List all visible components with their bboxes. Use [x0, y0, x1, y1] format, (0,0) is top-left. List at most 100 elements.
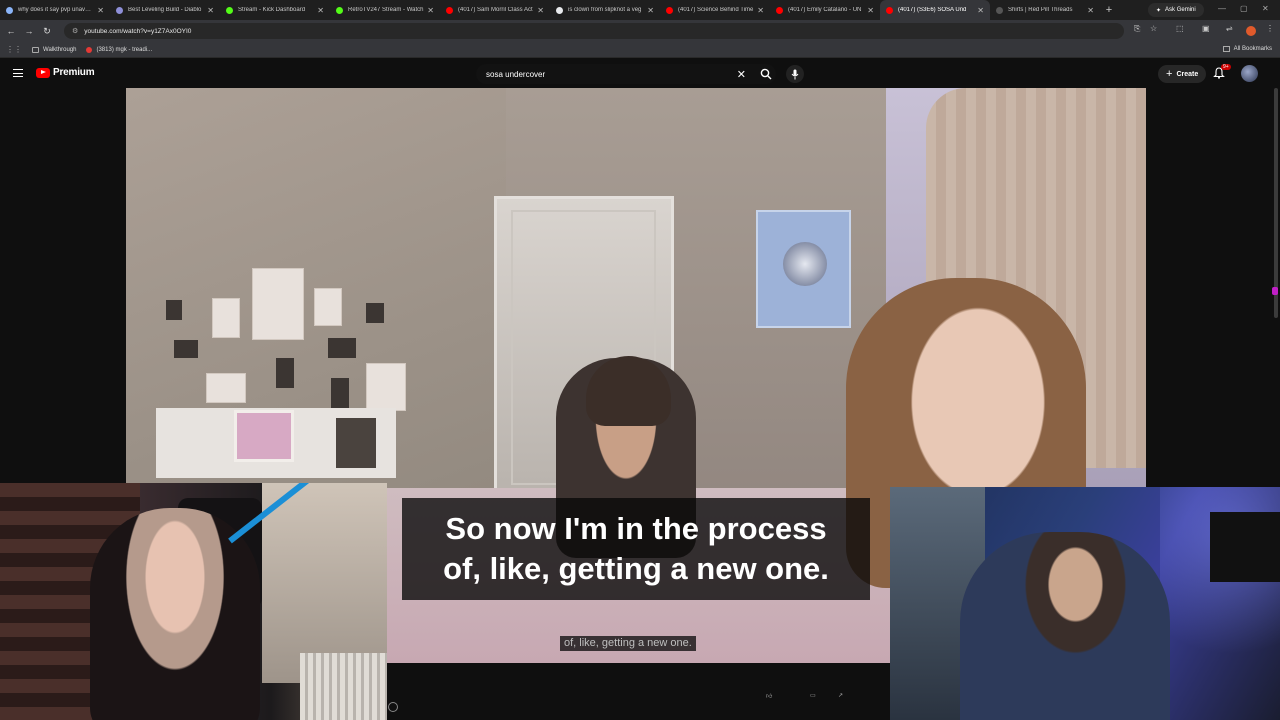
- all-bookmarks-label: All Bookmarks: [1233, 46, 1272, 52]
- close-tab-icon[interactable]: ✕: [97, 6, 104, 15]
- tab-favicon-icon: [556, 6, 563, 14]
- close-tab-icon[interactable]: ✕: [1087, 6, 1094, 15]
- ask-gemini-label: Ask Gemini: [1165, 7, 1196, 13]
- menu-kebab-icon[interactable]: ⋮: [1266, 24, 1274, 33]
- reload-icon[interactable]: ↻: [38, 26, 56, 37]
- notification-badge: 9+: [1221, 64, 1231, 70]
- closed-caption-text: of, like, getting a new one.: [560, 636, 696, 651]
- browser-tab[interactable]: (4017) Emily Catalano - UN ✕: [770, 0, 880, 20]
- bookmarks-bar: ⋮⋮ Walkthrough (3813) mgk - treadi... Al…: [0, 42, 1280, 58]
- browser-tab[interactable]: (4017) Sam Morril Class Act ✕: [440, 0, 550, 20]
- plus-icon: +: [1166, 68, 1173, 80]
- dislike-icon[interactable]: ▭: [810, 692, 816, 699]
- youtube-icon: [86, 46, 93, 53]
- tab-title: (4017) Science Behind Time: [678, 7, 754, 13]
- tab-title: is clown from slipknot a veg: [568, 7, 642, 13]
- tab-favicon-icon: [776, 6, 783, 14]
- scroll-marker: [1272, 287, 1278, 295]
- webcam-right: [890, 487, 1280, 720]
- folder-icon: [1222, 46, 1230, 52]
- youtube-header: Premium sosa undercover ✕ + Create 9+: [0, 60, 1280, 88]
- forward-icon[interactable]: →: [20, 26, 38, 36]
- hamburger-menu-icon[interactable]: [13, 69, 23, 77]
- account-avatar[interactable]: [1241, 65, 1258, 82]
- bookmark-mgk[interactable]: (3813) mgk - treadi...: [86, 46, 153, 53]
- tab-favicon-icon: [666, 6, 673, 14]
- close-tab-icon[interactable]: ✕: [757, 6, 764, 15]
- maximize-icon[interactable]: ▢: [1240, 4, 1248, 13]
- site-info-icon[interactable]: ⚙: [72, 27, 78, 35]
- tab-favicon-icon: [116, 6, 123, 14]
- url-text: youtube.com/watch?v=y1Z7Ax0OYI0: [84, 27, 192, 35]
- youtube-logo[interactable]: Premium: [36, 67, 95, 78]
- tab-favicon-icon: [6, 6, 13, 14]
- tab-favicon-icon: [886, 6, 893, 14]
- bookmark-walkthrough[interactable]: Walkthrough: [32, 46, 77, 53]
- tab-strip: why does it say pvp unavaila ✕ Best Leveli…: [0, 0, 1280, 20]
- close-tab-icon[interactable]: ✕: [537, 6, 544, 15]
- back-icon[interactable]: ←: [2, 26, 20, 36]
- close-tab-icon[interactable]: ✕: [427, 6, 434, 15]
- brand-label: Premium: [53, 67, 95, 78]
- notifications-bell-icon[interactable]: 9+: [1213, 64, 1231, 82]
- tab-title: (4017) (S3E6) SOSA Und: [898, 7, 967, 13]
- tab-favicon-icon: [446, 6, 453, 14]
- close-tab-icon[interactable]: ✕: [977, 6, 984, 15]
- browser-tab[interactable]: RetroTV247 Stream - Watch ✕: [330, 0, 440, 20]
- create-button[interactable]: + Create: [1158, 65, 1207, 83]
- tab-title: (4017) Emily Catalano - UN: [788, 7, 862, 13]
- webcam-left: [0, 483, 387, 720]
- browser-tab[interactable]: Shirts | Red Pill Threads ✕: [990, 0, 1100, 20]
- address-bar[interactable]: ⚙ youtube.com/watch?v=y1Z7Ax0OYI0: [64, 23, 1124, 39]
- tab-favicon-icon: [226, 6, 233, 14]
- tab-title: RetroTV247 Stream - Watch: [348, 7, 424, 13]
- browser-tab[interactable]: is clown from slipknot a veg ✕: [550, 0, 660, 20]
- folder-icon: [32, 46, 39, 53]
- search-icon[interactable]: [756, 64, 776, 84]
- ask-gemini-button[interactable]: ✦ Ask Gemini: [1148, 3, 1204, 17]
- caption-overlay: So now I'm in the process of, like, gett…: [402, 498, 870, 600]
- browser-tab[interactable]: Best Leveling Build - Diablo ✕: [110, 0, 220, 20]
- settings-icon[interactable]: [388, 702, 398, 712]
- tab-title: why does it say pvp unavaila: [18, 7, 95, 13]
- clear-search-icon[interactable]: ✕: [737, 68, 746, 81]
- caption-line-1: So now I'm in the process: [445, 511, 827, 546]
- apps-icon[interactable]: ⋮⋮: [6, 45, 22, 54]
- bookmark-star-icon[interactable]: ☆: [1150, 24, 1157, 33]
- search-input[interactable]: sosa undercover: [486, 70, 737, 79]
- bookmark-label: Walkthrough: [43, 46, 77, 53]
- close-tab-icon[interactable]: ✕: [317, 6, 324, 15]
- tab-title: Best Leveling Build - Diablo: [128, 7, 202, 13]
- close-tab-icon[interactable]: ✕: [207, 6, 214, 15]
- install-icon[interactable]: ⎘: [1134, 24, 1140, 34]
- minimize-icon[interactable]: —: [1218, 4, 1226, 13]
- close-window-icon[interactable]: ✕: [1262, 4, 1269, 13]
- like-icon[interactable]: 👍︎: [766, 692, 772, 700]
- sidebar-icon[interactable]: ▣: [1202, 24, 1210, 33]
- tab-favicon-icon: [336, 6, 343, 14]
- close-tab-icon[interactable]: ✕: [647, 6, 654, 15]
- browser-tab[interactable]: (4017) Science Behind Time ✕: [660, 0, 770, 20]
- browser-tab[interactable]: Stream - Kick Dashboard ✕: [220, 0, 330, 20]
- tab-title: Stream - Kick Dashboard: [238, 7, 306, 13]
- voice-search-icon[interactable]: [786, 65, 804, 83]
- caption-line-2: of, like, getting a new one.: [443, 551, 829, 586]
- create-label: Create: [1176, 70, 1199, 78]
- search-box[interactable]: sosa undercover ✕: [476, 64, 776, 84]
- browser-toolbar: ← → ↻ ⚙ youtube.com/watch?v=y1Z7Ax0OYI0 …: [0, 20, 1280, 42]
- tab-search-icon[interactable]: ⇌: [1226, 24, 1233, 33]
- page-scrollbar[interactable]: [1274, 88, 1278, 318]
- browser-tab[interactable]: why does it say pvp unavaila ✕: [0, 0, 110, 20]
- profile-avatar[interactable]: [1246, 26, 1256, 36]
- share-icon[interactable]: ↗: [838, 692, 843, 699]
- browser-tab[interactable]: (4017) (S3E6) SOSA Und ✕: [880, 0, 990, 20]
- tab-favicon-icon: [996, 6, 1003, 14]
- close-tab-icon[interactable]: ✕: [867, 6, 874, 15]
- new-tab-icon[interactable]: +: [1100, 4, 1118, 16]
- bookmark-label: (3813) mgk - treadi...: [96, 46, 153, 53]
- all-bookmarks-button[interactable]: All Bookmarks: [1222, 46, 1272, 52]
- tab-title: Shirts | Red Pill Threads: [1008, 7, 1073, 13]
- youtube-play-icon: [36, 67, 50, 78]
- extensions-icon[interactable]: ⬚: [1176, 24, 1184, 33]
- tab-title: (4017) Sam Morril Class Act: [458, 7, 533, 13]
